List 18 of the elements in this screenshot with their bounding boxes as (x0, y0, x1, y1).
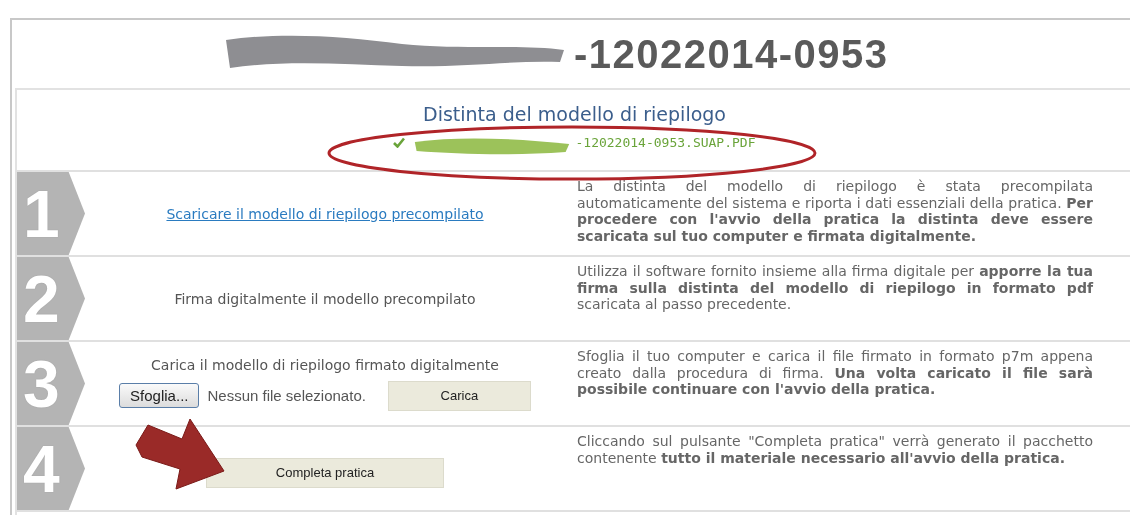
upload-button[interactable]: Carica (387, 380, 531, 411)
step-description: La distinta del modello di riepilogo è stata precompilata automaticamente del sistema e riporta i dati essenziali della pratica. Per procedere con l'avvio della pratica la distinta deve essere scaricata sul tuo computer e firmata digitalmente. (576, 177, 1093, 246)
file-status: Nessun file selezionato. (207, 387, 366, 404)
step-description: Cliccando sul pulsante "Completa pratica" verrà generato il pacchetto contenente tutto il materiale necessario all'avvio della pratica. (576, 432, 1093, 468)
browse-button[interactable]: Sfoglia... (119, 383, 200, 408)
step-label: Carica il modello di riepilogo firmato digitalmente (151, 356, 499, 373)
download-link[interactable]: Scaricare il modello di riepilogo precompilato (166, 205, 484, 222)
step-label: Firma digitalmente il modello precompilato (174, 290, 476, 307)
step-description: Sfoglia il tuo computer e carica il file firmato in formato p7m appena creato dalla procedura di firma. Una volta caricato il file sarà possibile continuare con l'avvio della pratica. (576, 347, 1093, 399)
step-number: 1 (17, 172, 85, 255)
file-name: -12022014-0953.SUAP.PDF (575, 134, 756, 150)
step-number: 2 (17, 257, 85, 340)
page-title: -12022014-0953 (574, 31, 889, 77)
complete-button[interactable]: Completa pratica (206, 457, 444, 488)
step-description: Utilizza il software fornito insieme alla firma digitale per apporre la tua firma sulla distinta del modello di riepilogo in formato pdf scaricata al passo precedente. (576, 262, 1093, 314)
step-number: 3 (17, 342, 85, 425)
summary-heading: Distinta del modello di riepilogo (423, 102, 726, 125)
step-number: 4 (17, 427, 85, 510)
